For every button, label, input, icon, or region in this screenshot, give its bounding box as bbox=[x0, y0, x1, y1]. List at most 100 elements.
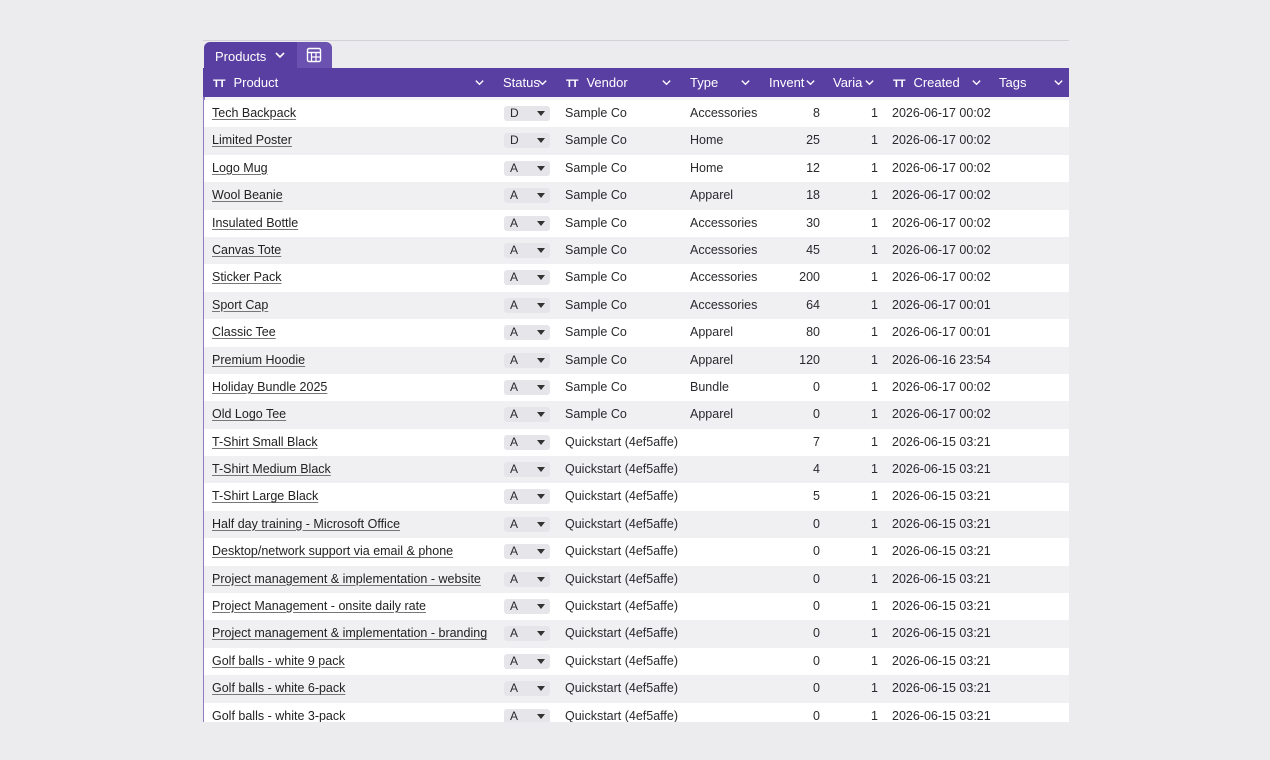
type-cell[interactable] bbox=[690, 648, 770, 675]
variants-cell[interactable]: 1 bbox=[834, 675, 878, 702]
created-cell[interactable]: 2026-06-17 00:02 bbox=[892, 182, 1002, 209]
created-cell[interactable]: 2026-06-15 03:21 bbox=[892, 593, 1002, 620]
created-cell[interactable]: 2026-06-16 23:54 bbox=[892, 347, 1002, 374]
vendor-cell[interactable]: Quickstart (4ef5affe) bbox=[565, 483, 683, 510]
created-cell[interactable]: 2026-06-15 03:21 bbox=[892, 456, 1002, 483]
table-row[interactable]: T-Shirt Small Black A Quickstart (4ef5af… bbox=[204, 428, 1069, 457]
inventory-cell[interactable]: 0 bbox=[764, 675, 820, 702]
table-row[interactable]: Project management & implementation - we… bbox=[204, 565, 1069, 594]
table-row[interactable]: Premium Hoodie A Sample Co Apparel 120 1… bbox=[204, 346, 1069, 374]
table-row[interactable]: Canvas Tote A Sample Co Accessories 45 1… bbox=[204, 236, 1069, 265]
product-link[interactable]: Limited Poster bbox=[212, 127, 497, 154]
product-link[interactable]: Logo Mug bbox=[212, 155, 497, 182]
vendor-cell[interactable]: Quickstart (4ef5affe) bbox=[565, 675, 683, 702]
product-link[interactable]: T-Shirt Small Black bbox=[212, 429, 497, 456]
created-cell[interactable]: 2026-06-17 00:02 bbox=[892, 401, 1002, 428]
type-cell[interactable] bbox=[690, 429, 770, 456]
table-row[interactable]: Golf balls - white 3-pack A Quickstart (… bbox=[204, 702, 1069, 722]
vendor-cell[interactable]: Quickstart (4ef5affe) bbox=[565, 648, 683, 675]
status-select[interactable]: A bbox=[504, 462, 550, 478]
inventory-cell[interactable]: 0 bbox=[764, 401, 820, 428]
inventory-cell[interactable]: 25 bbox=[764, 127, 820, 154]
product-link[interactable]: Project management & implementation - we… bbox=[212, 566, 497, 593]
inventory-cell[interactable]: 18 bbox=[764, 182, 820, 209]
table-row[interactable]: Insulated Bottle A Sample Co Accessories… bbox=[204, 209, 1069, 237]
column-header-created[interactable]: TT Created bbox=[893, 68, 960, 97]
vendor-cell[interactable]: Sample Co bbox=[565, 401, 683, 428]
table-row[interactable]: Golf balls - white 9 pack A Quickstart (… bbox=[204, 647, 1069, 676]
table-row[interactable]: Sticker Pack A Sample Co Accessories 200… bbox=[204, 264, 1069, 292]
variants-cell[interactable]: 1 bbox=[834, 347, 878, 374]
created-cell[interactable]: 2026-06-17 00:02 bbox=[892, 127, 1002, 154]
vendor-cell[interactable]: Sample Co bbox=[565, 127, 683, 154]
product-link[interactable]: Sticker Pack bbox=[212, 264, 497, 291]
status-select[interactable]: A bbox=[504, 188, 550, 204]
table-row[interactable]: Project Management - onsite daily rate A… bbox=[204, 593, 1069, 621]
product-link[interactable]: T-Shirt Large Black bbox=[212, 483, 497, 510]
created-cell[interactable]: 2026-06-15 03:21 bbox=[892, 511, 1002, 538]
product-link[interactable]: Insulated Bottle bbox=[212, 210, 497, 237]
status-select[interactable]: D bbox=[504, 106, 550, 121]
inventory-cell[interactable]: 64 bbox=[764, 292, 820, 319]
type-cell[interactable]: Accessories bbox=[690, 292, 770, 319]
chevron-down-icon[interactable] bbox=[537, 77, 548, 88]
variants-cell[interactable]: 1 bbox=[834, 401, 878, 428]
type-cell[interactable] bbox=[690, 675, 770, 702]
status-select[interactable]: A bbox=[504, 708, 550, 722]
product-link[interactable]: Project management & implementation - br… bbox=[212, 620, 497, 647]
vendor-cell[interactable]: Sample Co bbox=[565, 292, 683, 319]
created-cell[interactable]: 2026-06-17 00:01 bbox=[892, 292, 1002, 319]
product-link[interactable]: Half day training - Microsoft Office bbox=[212, 511, 497, 538]
created-cell[interactable]: 2026-06-17 00:02 bbox=[892, 210, 1002, 237]
product-link[interactable]: Wool Beanie bbox=[212, 182, 497, 209]
vendor-cell[interactable]: Quickstart (4ef5affe) bbox=[565, 511, 683, 538]
created-cell[interactable]: 2026-06-15 03:21 bbox=[892, 620, 1002, 647]
status-select[interactable]: A bbox=[504, 516, 550, 532]
product-link[interactable]: Sport Cap bbox=[212, 292, 497, 319]
table-row[interactable]: Half day training - Microsoft Office A Q… bbox=[204, 510, 1069, 539]
vendor-cell[interactable]: Sample Co bbox=[565, 210, 683, 237]
table-row[interactable]: T-Shirt Large Black A Quickstart (4ef5af… bbox=[204, 483, 1069, 511]
chevron-down-icon[interactable] bbox=[474, 77, 485, 88]
product-link[interactable]: Premium Hoodie bbox=[212, 347, 497, 374]
vendor-cell[interactable]: Quickstart (4ef5affe) bbox=[565, 703, 683, 722]
inventory-cell[interactable]: 0 bbox=[764, 648, 820, 675]
vendor-cell[interactable]: Quickstart (4ef5affe) bbox=[565, 593, 683, 620]
type-cell[interactable] bbox=[690, 566, 770, 593]
table-row[interactable]: Logo Mug A Sample Co Home 12 1 2026-06-1… bbox=[204, 154, 1069, 183]
type-cell[interactable]: Apparel bbox=[690, 319, 770, 346]
created-cell[interactable]: 2026-06-15 03:21 bbox=[892, 675, 1002, 702]
variants-cell[interactable]: 1 bbox=[834, 155, 878, 182]
vendor-cell[interactable]: Sample Co bbox=[565, 347, 683, 374]
status-select[interactable]: A bbox=[504, 626, 550, 642]
status-select[interactable]: A bbox=[504, 242, 550, 258]
inventory-cell[interactable]: 80 bbox=[764, 319, 820, 346]
status-select[interactable]: A bbox=[504, 681, 550, 697]
table-row[interactable]: Classic Tee A Sample Co Apparel 80 1 202… bbox=[204, 319, 1069, 347]
product-link[interactable]: Old Logo Tee bbox=[212, 401, 497, 428]
inventory-cell[interactable]: 120 bbox=[764, 347, 820, 374]
table-row[interactable]: Golf balls - white 6-pack A Quickstart (… bbox=[204, 675, 1069, 703]
inventory-cell[interactable]: 5 bbox=[764, 483, 820, 510]
column-header-status[interactable]: Status bbox=[503, 68, 540, 97]
created-cell[interactable]: 2026-06-15 03:21 bbox=[892, 538, 1002, 565]
inventory-cell[interactable]: 0 bbox=[764, 620, 820, 647]
created-cell[interactable]: 2026-06-17 00:01 bbox=[892, 319, 1002, 346]
created-cell[interactable]: 2026-06-17 00:02 bbox=[892, 374, 1002, 401]
status-select[interactable]: A bbox=[504, 653, 550, 669]
table-row[interactable]: Desktop/network support via email & phon… bbox=[204, 538, 1069, 566]
chevron-down-icon[interactable] bbox=[661, 77, 672, 88]
product-link[interactable]: Golf balls - white 9 pack bbox=[212, 648, 497, 675]
variants-cell[interactable]: 1 bbox=[834, 292, 878, 319]
variants-cell[interactable]: 1 bbox=[834, 429, 878, 456]
created-cell[interactable]: 2026-06-15 03:21 bbox=[892, 483, 1002, 510]
type-cell[interactable]: Home bbox=[690, 155, 770, 182]
table-row[interactable]: T-Shirt Medium Black A Quickstart (4ef5a… bbox=[204, 456, 1069, 484]
variants-cell[interactable]: 1 bbox=[834, 319, 878, 346]
table-row[interactable]: Limited Poster D Sample Co Home 25 1 202… bbox=[204, 127, 1069, 155]
created-cell[interactable]: 2026-06-15 03:21 bbox=[892, 566, 1002, 593]
type-cell[interactable]: Apparel bbox=[690, 347, 770, 374]
table-row[interactable]: Wool Beanie A Sample Co Apparel 18 1 202… bbox=[204, 182, 1069, 210]
status-select[interactable]: A bbox=[504, 352, 550, 368]
created-cell[interactable]: 2026-06-17 00:02 bbox=[892, 264, 1002, 291]
